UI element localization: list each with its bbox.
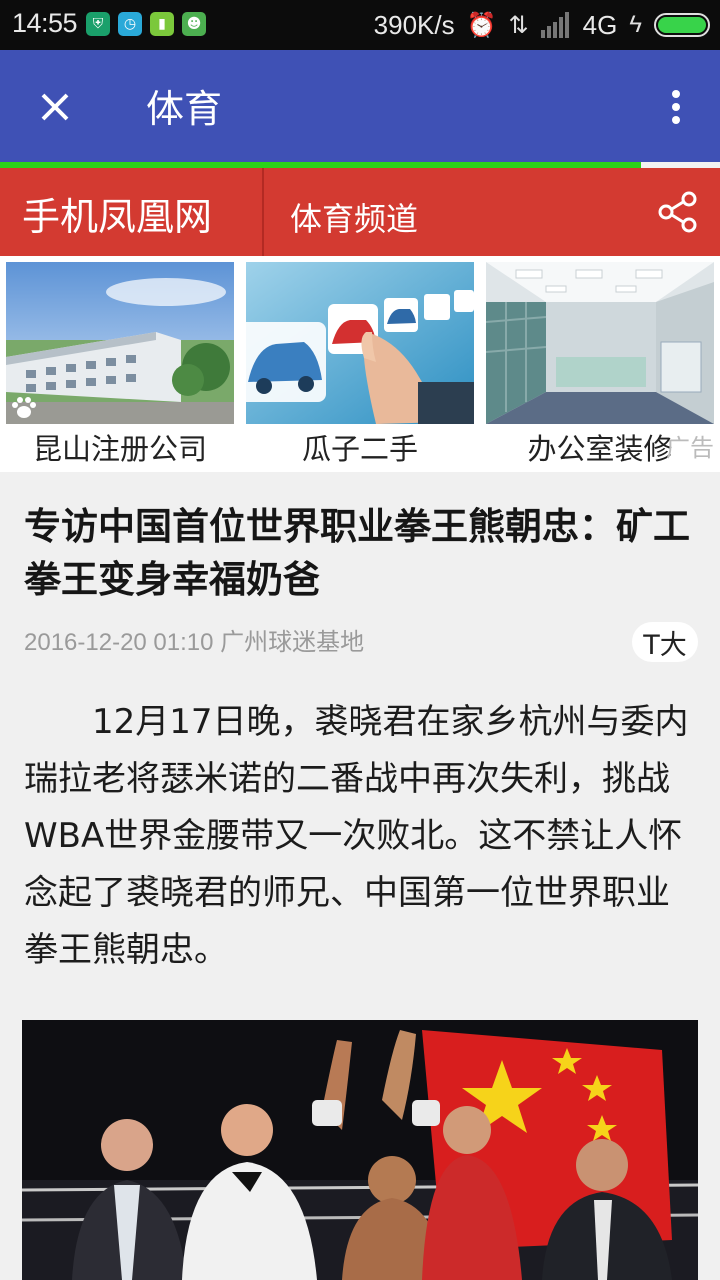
data-transfer-icon: ⇅ [508, 11, 529, 39]
ad-item[interactable]: 昆山注册公司 [6, 262, 234, 468]
channel-link[interactable]: 体育频道 [290, 194, 418, 240]
page-title: 体育 [146, 87, 223, 131]
font-size-button[interactable]: T大 [632, 622, 698, 662]
shield-icon: ⛨ [86, 12, 110, 36]
paw-icon [12, 397, 36, 418]
app-toolbar: 体育 [0, 50, 720, 162]
share-icon [658, 191, 697, 233]
ad-item[interactable]: 瓜子二手 [246, 262, 474, 468]
close-icon [41, 93, 69, 121]
clipboard-icon: ▮ [150, 12, 174, 36]
share-button[interactable] [654, 188, 702, 236]
status-bar: 14:55 ⛨ ◷ ▮ ☻ 390K/s ⏰ ⇅ 4G ϟ [0, 0, 720, 50]
ad-image-office[interactable] [486, 262, 714, 424]
ad-marker: 广告 [666, 434, 714, 462]
ad-label[interactable]: 瓜子二手 [246, 426, 474, 468]
network-type: 4G [582, 9, 618, 40]
divider [262, 168, 264, 256]
status-right: 390K/s ⏰ ⇅ 4G ϟ [374, 6, 710, 44]
article-meta: 2016-12-20 01:10 广州球迷基地 [24, 629, 365, 656]
channel-header: 手机凤凰网 体育频道 [0, 168, 720, 256]
android-icon: ☻ [182, 12, 206, 36]
article-title: 专访中国首位世界职业拳王熊朝忠：矿工拳王变身幸福奶爸 [24, 505, 690, 601]
ad-image-factory[interactable] [6, 262, 234, 424]
more-options-button[interactable] [656, 78, 696, 136]
clock: 14:55 [12, 8, 78, 38]
clock-app-icon: ◷ [118, 12, 142, 36]
article-paragraph: 12月17日晚，裘晓君在家乡杭州与委内瑞拉老将瑟米诺的二番战中再次失利，挑战WB… [24, 702, 689, 970]
notification-icons: ⛨ ◷ ▮ ☻ [86, 12, 206, 36]
site-logo-link[interactable]: 手机凤凰网 [22, 186, 212, 241]
ad-label[interactable]: 昆山注册公司 [6, 426, 234, 468]
net-speed: 390K/s [373, 9, 455, 40]
signal-icon [540, 12, 569, 38]
alarm-icon: ⏰ [466, 11, 497, 39]
ad-banner: 昆山注册公司 瓜子二手 办公室装修 广告 [0, 256, 720, 472]
ad-image-cars[interactable] [246, 262, 474, 424]
article-photo[interactable] [22, 1020, 698, 1280]
charging-icon: ϟ [629, 11, 642, 38]
more-vert-icon [672, 90, 680, 124]
close-button[interactable] [26, 78, 84, 136]
battery-icon [654, 13, 710, 37]
